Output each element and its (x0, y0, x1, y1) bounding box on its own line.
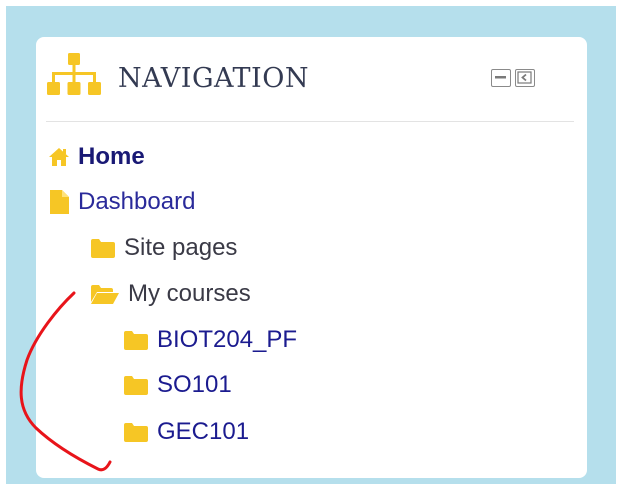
nav-item-home[interactable]: Home (48, 141, 145, 173)
navigation-block: NAVIGATION Home Dashboard Site pages My … (36, 37, 587, 478)
nav-item-dashboard[interactable]: Dashboard (48, 186, 195, 218)
nav-item-label: My courses (128, 280, 251, 307)
nav-item-course[interactable]: SO101 (123, 369, 232, 401)
navigation-tree: Home Dashboard Site pages My courses BIO… (36, 37, 587, 478)
folder-icon (124, 423, 148, 442)
folder-icon (91, 239, 115, 258)
nav-item-course[interactable]: BIOT204_PF (123, 324, 297, 356)
nav-item-label: BIOT204_PF (157, 326, 298, 353)
nav-item-site-pages[interactable]: Site pages (90, 232, 237, 264)
nav-item-label: Site pages (124, 234, 238, 261)
nav-item-my-courses[interactable]: My courses (90, 278, 251, 310)
folder-icon (124, 331, 148, 350)
folder-icon (124, 376, 148, 395)
nav-item-label: Home (78, 143, 145, 170)
nav-item-label: Dashboard (78, 188, 196, 215)
file-icon (50, 190, 69, 214)
folder-open-icon (91, 285, 119, 304)
nav-item-label: GEC101 (157, 418, 250, 445)
nav-item-label: SO101 (157, 371, 232, 398)
nav-item-course[interactable]: GEC101 (123, 416, 249, 448)
home-icon (49, 148, 69, 166)
